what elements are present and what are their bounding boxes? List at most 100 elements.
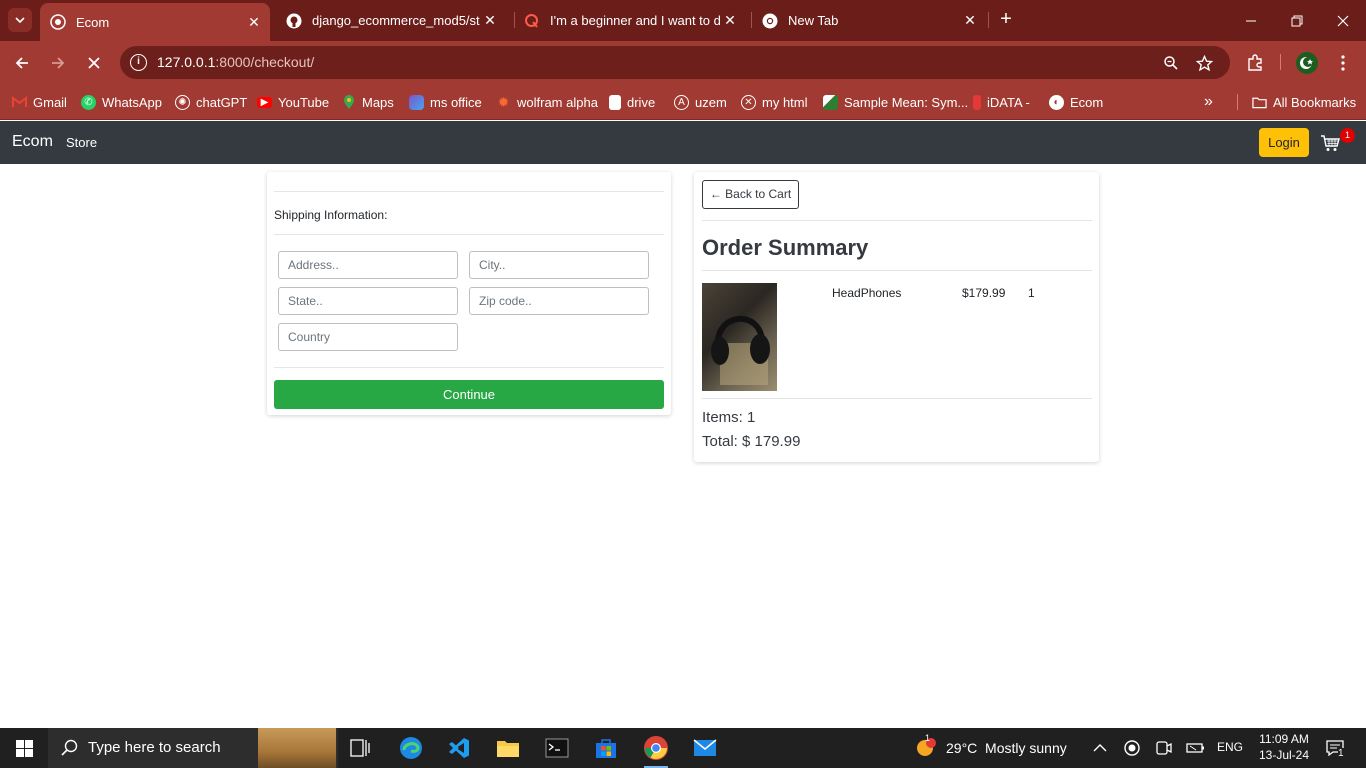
language-indicator[interactable]: ENG xyxy=(1217,740,1243,754)
state-field[interactable] xyxy=(278,287,458,315)
bookmarks-bar: Gmail ✆ WhatsApp ✺ chatGPT ▶ YouTube Map… xyxy=(0,84,1366,120)
bookmark-idata[interactable]: iDATA - xyxy=(973,92,1030,112)
brand-link[interactable]: Ecom xyxy=(12,133,53,151)
tab-title: New Tab xyxy=(788,13,839,28)
tab-search-button[interactable] xyxy=(8,8,32,32)
uzem-icon: A xyxy=(674,94,689,110)
tab-close-icon[interactable]: ✕ xyxy=(960,12,980,29)
divider xyxy=(702,220,1092,221)
all-bookmarks-folder[interactable]: All Bookmarks xyxy=(1252,92,1356,112)
bookmark-label: YouTube xyxy=(278,94,330,110)
browser-menu-icon[interactable] xyxy=(1330,50,1356,76)
terminal-icon[interactable] xyxy=(543,734,571,762)
maps-icon xyxy=(341,94,356,110)
drive-icon xyxy=(609,94,621,110)
url-text[interactable]: 127.0.0.1:8000/checkout/ xyxy=(157,54,314,70)
store-link[interactable]: Store xyxy=(66,135,97,150)
tab-title: django_ecommerce_mod5/store xyxy=(312,13,480,28)
tab-divider xyxy=(988,12,989,28)
weather-text[interactable]: 29°C Mostly sunny xyxy=(946,740,1067,756)
idata-icon xyxy=(973,94,981,110)
bookmark-chatgpt[interactable]: ✺ chatGPT xyxy=(175,92,247,112)
country-field[interactable] xyxy=(278,323,458,351)
bookmark-youtube[interactable]: ▶ YouTube xyxy=(257,92,329,112)
tab-close-icon[interactable]: ✕ xyxy=(720,12,740,29)
minimize-icon[interactable] xyxy=(1228,0,1274,41)
windows-start-icon[interactable] xyxy=(0,728,48,768)
edge-icon[interactable] xyxy=(397,734,425,762)
all-bookmarks-label: All Bookmarks xyxy=(1273,94,1357,110)
meet-now-icon[interactable] xyxy=(1150,734,1178,762)
tab-close-icon[interactable]: ✕ xyxy=(480,12,500,29)
globe-icon: ◐ xyxy=(1049,94,1064,110)
stop-loading-icon[interactable] xyxy=(81,50,107,76)
divider xyxy=(702,398,1092,399)
shipping-info-title: Shipping Information: xyxy=(274,208,388,222)
bookmark-label: uzem xyxy=(695,94,727,110)
profile-avatar[interactable] xyxy=(1294,50,1320,76)
login-button[interactable]: Login xyxy=(1259,128,1309,157)
tab-quora[interactable]: I'm a beginner and I want to do ✕ xyxy=(514,4,746,37)
zip-code-field[interactable] xyxy=(469,287,649,315)
continue-button[interactable]: Continue xyxy=(274,380,664,409)
battery-network-icon[interactable] xyxy=(1182,734,1210,762)
address-field[interactable] xyxy=(278,251,458,279)
back-to-cart-button[interactable]: ← Back to Cart xyxy=(702,180,799,209)
bookmark-label: my html xyxy=(762,94,808,110)
bookmark-maps[interactable]: Maps xyxy=(341,92,394,112)
site-info-icon[interactable]: i xyxy=(130,54,147,71)
bookmark-star-icon[interactable] xyxy=(1193,52,1215,74)
task-view-icon[interactable] xyxy=(346,734,374,762)
bookmark-gmail[interactable]: Gmail xyxy=(12,92,67,112)
bookmark-wolfram-alpha[interactable]: ✹ wolfram alpha xyxy=(496,92,598,112)
chrome-taskbar-icon[interactable] xyxy=(642,734,670,768)
order-summary-title: Order Summary xyxy=(702,235,869,260)
extensions-icon[interactable] xyxy=(1242,50,1268,76)
bookmark-drive[interactable]: drive xyxy=(609,92,655,112)
product-image-headphones xyxy=(702,283,777,391)
record-icon[interactable] xyxy=(1118,734,1146,762)
bookmark-label: iDATA - xyxy=(987,94,1030,110)
shipping-form-card: Shipping Information: Continue xyxy=(267,172,671,415)
new-tab-plus-icon[interactable]: + xyxy=(995,8,1017,30)
city-field[interactable] xyxy=(469,251,649,279)
bookmark-symbolab[interactable]: Sample Mean: Sym... xyxy=(823,92,968,112)
youtube-icon: ▶ xyxy=(257,96,272,108)
tab-new-tab[interactable]: New Tab ✕ xyxy=(752,4,986,37)
bookmark-uzem[interactable]: A uzem xyxy=(674,92,727,112)
show-hidden-icons-chevron-up-icon[interactable] xyxy=(1086,734,1114,762)
notification-center-icon[interactable] xyxy=(1321,734,1349,762)
microsoft-store-icon[interactable] xyxy=(592,734,620,762)
bookmark-label: Gmail xyxy=(33,94,67,110)
chevron-down-icon xyxy=(15,17,25,24)
quora-icon xyxy=(524,13,540,29)
taskbar-clock[interactable]: 11:09 AM 13-Jul-24 xyxy=(1252,731,1316,763)
restore-icon[interactable] xyxy=(1274,0,1320,41)
bookmark-my-html[interactable]: ✕ my html xyxy=(741,92,808,112)
file-explorer-icon[interactable] xyxy=(494,734,522,762)
taskbar-search-box[interactable]: Type here to search xyxy=(48,728,338,768)
search-highlight-image xyxy=(258,728,336,768)
address-bar[interactable]: i 127.0.0.1:8000/checkout/ xyxy=(120,46,1230,79)
more-bookmarks-chevron-icon[interactable]: » xyxy=(1204,92,1213,112)
tab-github[interactable]: django_ecommerce_mod5/store ✕ xyxy=(276,4,506,37)
vscode-icon[interactable] xyxy=(445,734,473,762)
bookmark-label: WhatsApp xyxy=(102,94,162,110)
bookmark-ecom[interactable]: ◐ Ecom xyxy=(1049,92,1103,112)
back-arrow-icon[interactable] xyxy=(9,50,35,76)
forward-arrow-icon[interactable] xyxy=(45,50,71,76)
url-host: 127.0.0.1 xyxy=(157,54,216,70)
order-total: Total: $ 179.99 xyxy=(702,433,801,450)
toolbar-divider xyxy=(1280,54,1281,70)
cart-icon[interactable] xyxy=(1320,133,1342,153)
tab-ecom[interactable]: Ecom ✕ xyxy=(40,3,270,41)
tab-close-icon[interactable]: ✕ xyxy=(244,14,264,31)
bookmark-label: chatGPT xyxy=(196,94,248,110)
whatsapp-icon: ✆ xyxy=(81,94,96,110)
mail-icon[interactable] xyxy=(691,734,719,762)
ms-office-icon xyxy=(409,94,424,110)
zoom-icon[interactable] xyxy=(1160,52,1182,74)
bookmark-ms-office[interactable]: ms office xyxy=(409,92,482,112)
window-close-icon[interactable] xyxy=(1320,0,1366,41)
bookmark-whatsapp[interactable]: ✆ WhatsApp xyxy=(81,92,162,112)
